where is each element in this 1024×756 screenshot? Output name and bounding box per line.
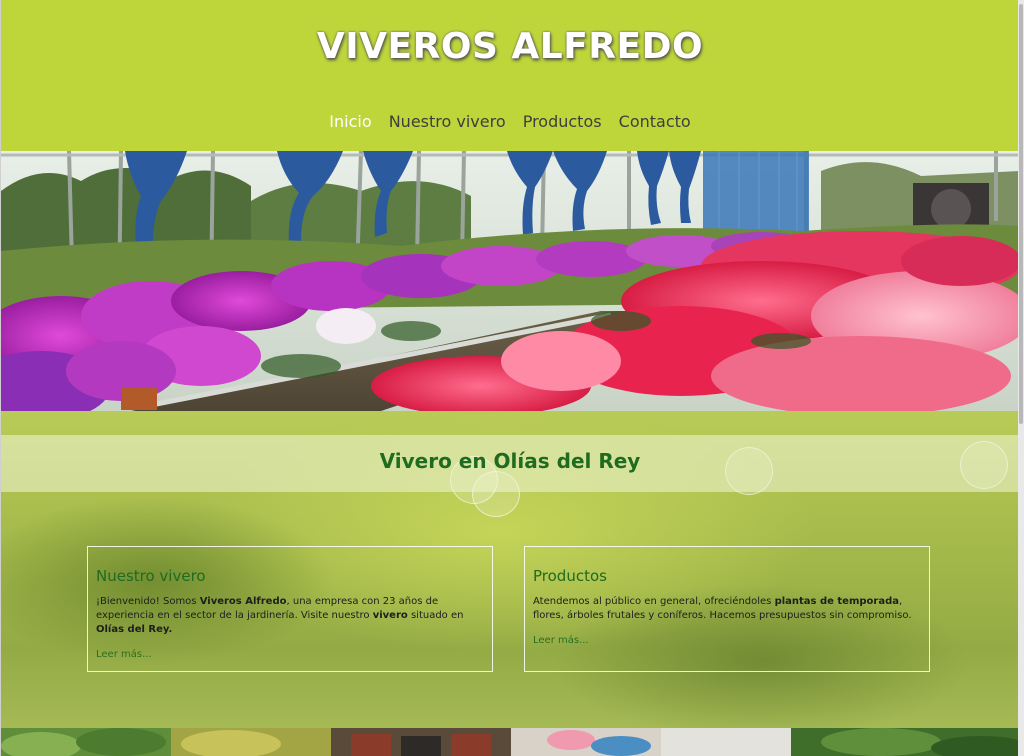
page: VIVEROS ALFREDO Inicio Nuestro vivero Pr… bbox=[0, 0, 1019, 756]
nav-contacto[interactable]: Contacto bbox=[619, 112, 691, 131]
card-text: ¡Bienvenido! Somos Viveros Alfredo, una … bbox=[96, 596, 464, 635]
card-nuestro-vivero: Nuestro vivero ¡Bienvenido! Somos Vivero… bbox=[87, 546, 493, 672]
card-text: Atendemos al público en general, ofrecié… bbox=[533, 596, 912, 621]
main-nav: Inicio Nuestro vivero Productos Contacto bbox=[1, 112, 1019, 131]
card-title: Nuestro vivero bbox=[96, 567, 206, 585]
footer-image-strip bbox=[1, 728, 1019, 756]
nav-inicio[interactable]: Inicio bbox=[329, 112, 371, 131]
nav-productos[interactable]: Productos bbox=[523, 112, 602, 131]
vertical-scrollbar[interactable] bbox=[1018, 0, 1024, 756]
hero-image bbox=[1, 151, 1019, 411]
site-header: VIVEROS ALFREDO Inicio Nuestro vivero Pr… bbox=[1, 0, 1019, 151]
page-title: Vivero en Olías del Rey bbox=[379, 449, 641, 473]
title-banner: Vivero en Olías del Rey bbox=[1, 435, 1019, 492]
read-more-link[interactable]: Leer más... bbox=[96, 649, 152, 660]
scrollbar-thumb[interactable] bbox=[1019, 4, 1023, 424]
site-logo[interactable]: VIVEROS ALFREDO bbox=[1, 26, 1019, 67]
plants-photo-strip bbox=[1, 728, 1019, 756]
read-more-link[interactable]: Leer más... bbox=[533, 635, 589, 646]
greenhouse-flowers-photo bbox=[1, 151, 1019, 411]
nav-nuestro-vivero[interactable]: Nuestro vivero bbox=[389, 112, 506, 131]
card-title: Productos bbox=[533, 567, 607, 585]
content-section: Vivero en Olías del Rey Nuestro vivero ¡… bbox=[1, 411, 1019, 728]
card-productos: Productos Atendemos al público en genera… bbox=[524, 546, 930, 672]
